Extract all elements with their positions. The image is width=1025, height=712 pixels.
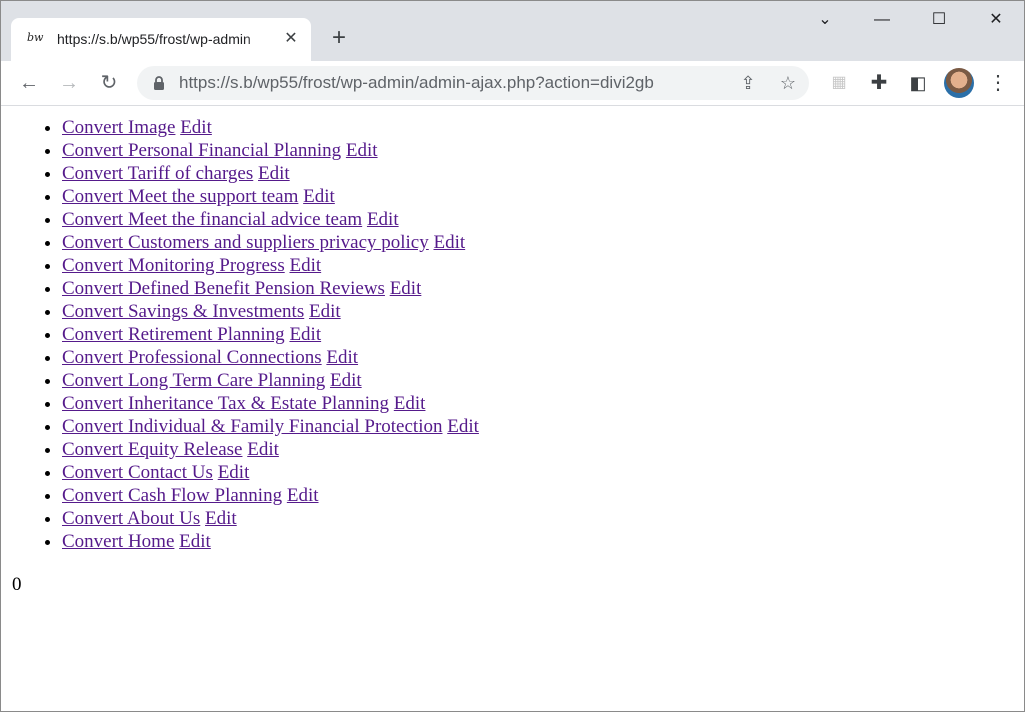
convert-link[interactable]: Convert Meet the support team: [62, 186, 298, 207]
edit-link[interactable]: Edit: [447, 416, 479, 437]
edit-link[interactable]: Edit: [180, 117, 212, 138]
convert-link[interactable]: Convert Image: [62, 117, 175, 138]
list-item: Convert Professional Connections Edit: [62, 346, 479, 369]
list-item: Convert Meet the financial advice team E…: [62, 208, 479, 231]
edit-link[interactable]: Edit: [326, 347, 358, 368]
edit-link[interactable]: Edit: [287, 485, 319, 506]
maximize-icon[interactable]: ☐: [919, 5, 959, 35]
convert-link[interactable]: Convert Savings & Investments: [62, 301, 304, 322]
reload-icon[interactable]: ↻: [95, 69, 123, 97]
list-item: Convert Contact Us Edit: [62, 461, 479, 484]
forward-icon[interactable]: →: [55, 69, 83, 97]
convert-link-list: Convert Image EditConvert Personal Finan…: [1, 116, 479, 553]
edit-link[interactable]: Edit: [218, 462, 250, 483]
lock-icon: [154, 76, 164, 90]
list-item: Convert Customers and suppliers privacy …: [62, 231, 479, 254]
convert-link[interactable]: Convert Customers and suppliers privacy …: [62, 232, 429, 253]
edit-link[interactable]: Edit: [390, 278, 422, 299]
list-item: Convert Tariff of charges Edit: [62, 162, 479, 185]
convert-link[interactable]: Convert Individual & Family Financial Pr…: [62, 416, 442, 437]
page-content: Convert Image EditConvert Personal Finan…: [1, 106, 1024, 711]
url-text[interactable]: https://s.b/wp55/frost/wp-admin/admin-aj…: [179, 66, 654, 100]
convert-link[interactable]: Convert About Us: [62, 508, 200, 529]
site-favicon-icon: bw: [27, 31, 44, 44]
list-item: Convert Personal Financial Planning Edit: [62, 139, 479, 162]
edit-link[interactable]: Edit: [330, 370, 362, 391]
list-item: Convert Savings & Investments Edit: [62, 300, 479, 323]
active-tab[interactable]: bw https://s.b/wp55/frost/wp-admin ✕: [11, 18, 311, 61]
convert-link[interactable]: Convert Inheritance Tax & Estate Plannin…: [62, 393, 389, 414]
list-item: Convert Equity Release Edit: [62, 438, 479, 461]
edit-link[interactable]: Edit: [179, 531, 211, 552]
convert-link[interactable]: Convert Defined Benefit Pension Reviews: [62, 278, 385, 299]
tab-title: https://s.b/wp55/frost/wp-admin: [57, 31, 251, 47]
share-icon[interactable]: ⇪: [737, 72, 759, 94]
list-item: Convert Long Term Care Planning Edit: [62, 369, 479, 392]
edit-link[interactable]: Edit: [289, 255, 321, 276]
list-item: Convert Meet the support team Edit: [62, 185, 479, 208]
bookmark-star-icon[interactable]: ☆: [777, 72, 799, 94]
minimize-icon[interactable]: —: [862, 5, 902, 35]
profile-avatar[interactable]: [944, 68, 974, 98]
convert-link[interactable]: Convert Cash Flow Planning: [62, 485, 282, 506]
convert-link[interactable]: Convert Tariff of charges: [62, 163, 253, 184]
list-item: Convert Inheritance Tax & Estate Plannin…: [62, 392, 479, 415]
edit-link[interactable]: Edit: [303, 186, 335, 207]
tab-search-icon[interactable]: ⌄: [805, 5, 845, 35]
address-bar[interactable]: https://s.b/wp55/frost/wp-admin/admin-aj…: [137, 66, 809, 100]
extension-icon[interactable]: ▦: [825, 69, 853, 97]
list-item: Convert Monitoring Progress Edit: [62, 254, 479, 277]
close-tab-icon[interactable]: ✕: [281, 29, 301, 49]
edit-link[interactable]: Edit: [258, 163, 290, 184]
edit-link[interactable]: Edit: [434, 232, 466, 253]
new-tab-icon[interactable]: +: [327, 26, 351, 50]
edit-link[interactable]: Edit: [247, 439, 279, 460]
edit-link[interactable]: Edit: [205, 508, 237, 529]
browser-window: bw https://s.b/wp55/frost/wp-admin ✕ + ⌄…: [0, 0, 1025, 712]
convert-link[interactable]: Convert Monitoring Progress: [62, 255, 285, 276]
edit-link[interactable]: Edit: [309, 301, 341, 322]
list-item: Convert Defined Benefit Pension Reviews …: [62, 277, 479, 300]
convert-link[interactable]: Convert Retirement Planning: [62, 324, 285, 345]
ajax-result-text: 0: [12, 574, 22, 595]
convert-link[interactable]: Convert Long Term Care Planning: [62, 370, 325, 391]
edit-link[interactable]: Edit: [346, 140, 378, 161]
list-item: Convert Individual & Family Financial Pr…: [62, 415, 479, 438]
convert-link[interactable]: Convert Professional Connections: [62, 347, 322, 368]
browser-toolbar: ← → ↻ https://s.b/wp55/frost/wp-admin/ad…: [1, 61, 1024, 106]
extensions-puzzle-icon[interactable]: ✚: [865, 69, 893, 97]
close-window-icon[interactable]: ✕: [976, 5, 1016, 35]
list-item: Convert Retirement Planning Edit: [62, 323, 479, 346]
edit-link[interactable]: Edit: [367, 209, 399, 230]
list-item: Convert About Us Edit: [62, 507, 479, 530]
edit-link[interactable]: Edit: [289, 324, 321, 345]
tab-strip: bw https://s.b/wp55/frost/wp-admin ✕ + ⌄…: [1, 1, 1024, 61]
list-item: Convert Image Edit: [62, 116, 479, 139]
convert-link[interactable]: Convert Contact Us: [62, 462, 213, 483]
list-item: Convert Cash Flow Planning Edit: [62, 484, 479, 507]
side-panel-icon[interactable]: ◧: [904, 69, 932, 97]
convert-link[interactable]: Convert Equity Release: [62, 439, 242, 460]
list-item: Convert Home Edit: [62, 530, 479, 553]
menu-kebab-icon[interactable]: ⋮: [984, 69, 1012, 97]
back-icon[interactable]: ←: [15, 69, 43, 97]
convert-link[interactable]: Convert Meet the financial advice team: [62, 209, 362, 230]
edit-link[interactable]: Edit: [394, 393, 426, 414]
convert-link[interactable]: Convert Home: [62, 531, 174, 552]
convert-link[interactable]: Convert Personal Financial Planning: [62, 140, 341, 161]
